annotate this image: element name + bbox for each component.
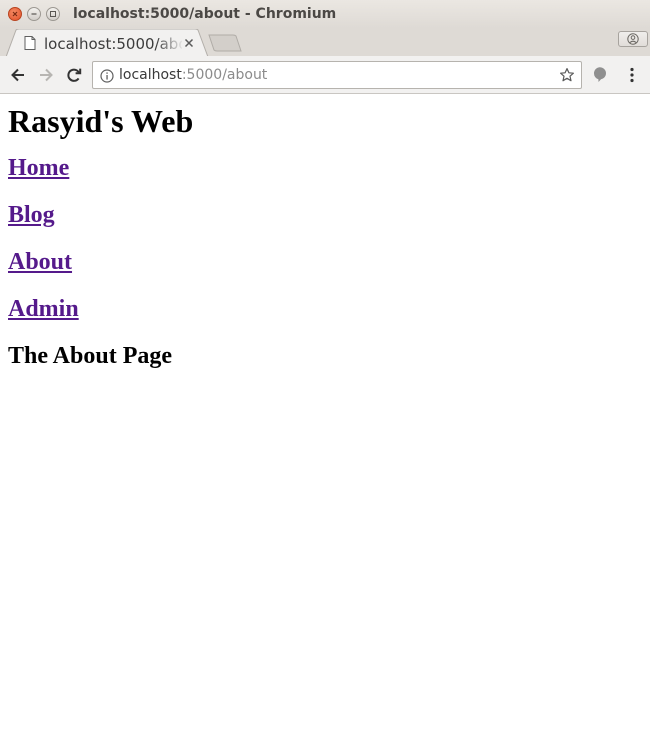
page-icon — [24, 36, 36, 50]
maximize-icon — [50, 11, 56, 17]
window-title: localhost:5000/about - Chromium — [73, 6, 337, 22]
url-host: localhost — [119, 67, 182, 83]
nav-link-about[interactable]: About — [8, 248, 642, 277]
address-bar[interactable]: localhost:5000/about — [92, 61, 582, 89]
nav-link-admin[interactable]: Admin — [8, 295, 642, 324]
nav-link-home[interactable]: Home — [8, 154, 642, 183]
window-maximize-button[interactable] — [46, 7, 60, 21]
page-content: Rasyid's Web Home Blog About Admin The A… — [8, 94, 642, 371]
page-heading: The About Page — [8, 343, 173, 369]
new-tab-button[interactable] — [208, 34, 242, 52]
url-text[interactable]: localhost:5000/about — [119, 67, 267, 83]
url-path: :5000/about — [181, 67, 268, 83]
profile-button[interactable] — [618, 31, 648, 47]
tab-active[interactable]: localhost:5000/about — [6, 29, 210, 57]
window-titlebar: localhost:5000/about - Chromium — [0, 0, 650, 28]
menu-dots-icon[interactable] — [622, 65, 642, 85]
reload-icon[interactable] — [64, 65, 84, 85]
tab-title-fade — [156, 33, 184, 53]
person-icon — [627, 33, 639, 45]
window-close-button[interactable] — [8, 7, 22, 21]
close-icon — [12, 11, 18, 17]
browser-toolbar: localhost:5000/about — [0, 56, 650, 94]
minimize-icon — [31, 13, 37, 15]
extension-icon[interactable] — [590, 65, 610, 85]
bookmark-star-icon[interactable] — [559, 67, 575, 83]
nav-link-blog[interactable]: Blog — [8, 201, 642, 230]
tab-strip: localhost:5000/about — [0, 28, 650, 57]
site-title: Rasyid's Web — [8, 103, 194, 139]
back-arrow-icon[interactable] — [8, 65, 28, 85]
window-minimize-button[interactable] — [27, 7, 41, 21]
forward-arrow-icon[interactable] — [36, 65, 56, 85]
info-icon[interactable] — [99, 68, 115, 84]
tab-close-icon[interactable] — [182, 36, 196, 50]
